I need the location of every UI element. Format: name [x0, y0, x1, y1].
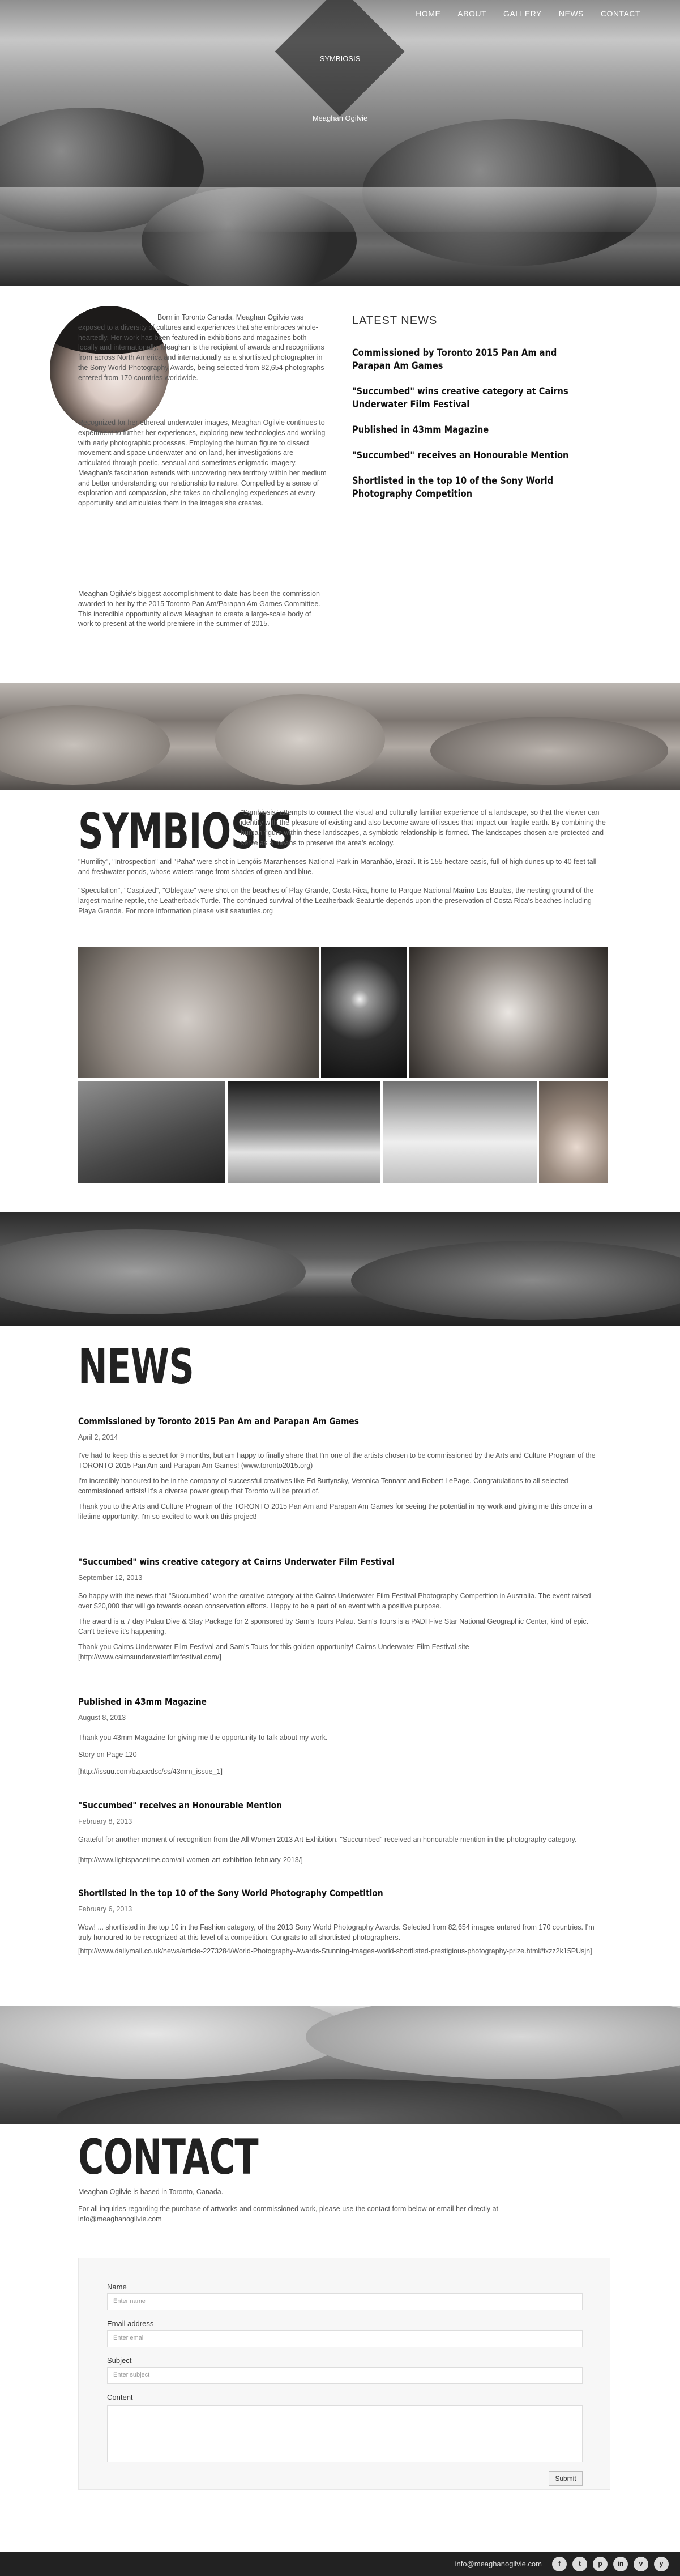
news-post-text: So happy with the news that "Succumbed" … — [78, 1592, 591, 1611]
news-post-date: August 8, 2013 — [78, 1714, 126, 1722]
sea-shape — [57, 2079, 623, 2124]
footer-email-link[interactable]: info@meaghanogilvie.com — [455, 2559, 542, 2570]
latest-news-link[interactable]: "Succumbed" receives an Honourable Menti… — [352, 449, 576, 462]
latest-news-link[interactable]: Shortlisted in the top 10 of the Sony Wo… — [352, 475, 576, 501]
rock-shape — [430, 717, 668, 785]
news-post-text: Wow! ... shortlisted in the top 10 in th… — [78, 1923, 595, 1942]
symbiosis-paragraph: "Humility", "Introspection" and "Paha" w… — [78, 858, 597, 876]
news-heading: NEWS — [78, 1339, 194, 1395]
subject-label: Subject — [107, 2356, 132, 2365]
news-post-title[interactable]: "Succumbed" receives an Honourable Menti… — [78, 1799, 282, 1812]
news-post-text: Thank you to the Arts and Culture Progra… — [78, 1502, 593, 1521]
footer: info@meaghanogilvie.com f t p in v y — [0, 2552, 680, 2576]
news-post-text: I've had to keep this a secret for 9 mon… — [78, 1451, 596, 1470]
gallery-photo[interactable] — [228, 1081, 380, 1183]
twitter-icon[interactable]: t — [572, 2557, 587, 2571]
contact-text: For all inquiries regarding the purchase… — [78, 2205, 499, 2213]
rock-shape — [0, 705, 170, 785]
latest-news-link[interactable]: Commissioned by Toronto 2015 Pan Am and … — [352, 347, 576, 373]
gallery-photo[interactable] — [78, 1081, 225, 1183]
news-post-text: Story on Page 120 — [78, 1751, 137, 1759]
news-post-text: Thank you 43mm Magazine for giving me th… — [78, 1734, 328, 1742]
main-nav: HOME ABOUT GALLERY NEWS CONTACT — [416, 8, 640, 19]
email-input[interactable]: Enter email — [107, 2330, 583, 2347]
gallery-photo[interactable] — [383, 1081, 537, 1183]
news-post-text: Thank you Cairns Underwater Film Festiva… — [78, 1643, 469, 1651]
bio-paragraph: Meaghan Ogilvie's biggest accomplishment… — [78, 590, 320, 628]
latest-news-link[interactable]: "Succumbed" wins creative category at Ca… — [352, 385, 576, 411]
pinterest-icon[interactable]: p — [593, 2557, 608, 2571]
subject-input[interactable]: Enter subject — [107, 2367, 583, 2384]
news-post-date: April 2, 2014 — [78, 1433, 118, 1441]
latest-news-link[interactable]: Published in 43mm Magazine — [352, 424, 576, 437]
symbiosis-paragraph: "Symbiosis" attempts to connect the visu… — [241, 808, 606, 848]
news-post-link[interactable]: [http://www.dailymail.co.uk/news/article… — [78, 1946, 602, 1956]
facebook-icon[interactable]: f — [552, 2557, 567, 2571]
nav-home[interactable]: HOME — [416, 8, 440, 19]
page: HOME ABOUT GALLERY NEWS CONTACT SYMBIOSI… — [0, 0, 680, 2576]
news-post-link[interactable]: [http://www.lightspacetime.com/all-women… — [78, 1855, 602, 1865]
youtube-icon[interactable]: y — [654, 2557, 669, 2571]
latest-news: LATEST NEWS Commissioned by Toronto 2015… — [352, 313, 613, 501]
news-post-title[interactable]: "Succumbed" wins creative category at Ca… — [78, 1555, 395, 1568]
cloud-shape — [0, 2006, 351, 2079]
divider-image-sky — [0, 2006, 680, 2124]
news-post-date: September 12, 2013 — [78, 1574, 143, 1582]
linkedin-icon[interactable]: in — [613, 2557, 628, 2571]
site-title: SYMBIOSIS — [319, 54, 361, 63]
contact-heading: CONTACT — [78, 2129, 259, 2186]
news-post-title[interactable]: Shortlisted in the top 10 of the Sony Wo… — [78, 1887, 383, 1900]
submit-button[interactable]: Submit — [549, 2471, 583, 2486]
symbiosis-paragraph: "Speculation", "Caspized", "Oblegate" we… — [78, 887, 594, 916]
site-subtitle: Meaghan Ogilvie — [312, 114, 368, 122]
news-post-title[interactable]: Published in 43mm Magazine — [78, 1695, 207, 1708]
nav-about[interactable]: ABOUT — [457, 8, 486, 19]
hero-banner: HOME ABOUT GALLERY NEWS CONTACT SYMBIOSI… — [0, 0, 680, 286]
water-shape — [351, 1241, 680, 1320]
gallery-photo[interactable] — [78, 947, 319, 1078]
gallery-photo[interactable] — [321, 947, 407, 1078]
gallery-photo[interactable] — [409, 947, 608, 1078]
news-post-title[interactable]: Commissioned by Toronto 2015 Pan Am and … — [78, 1415, 359, 1428]
email-label: Email address — [107, 2319, 154, 2328]
news-post-text: Grateful for another moment of recogniti… — [78, 1836, 577, 1843]
news-post-text: The award is a 7 day Palau Dive & Stay P… — [78, 1617, 589, 1636]
name-input[interactable]: Enter name — [107, 2293, 583, 2310]
divider-image-water — [0, 1212, 680, 1326]
contact-text: Meaghan Ogilvie is based in Toronto, Can… — [78, 2188, 224, 2196]
rock-shape — [215, 694, 385, 785]
gallery-photo[interactable] — [539, 1081, 608, 1183]
content-label: Content — [107, 2393, 133, 2402]
bio-paragraph: Born in Toronto Canada, Meaghan Ogilvie … — [78, 313, 324, 382]
news-post-link[interactable]: [http://www.cairnsunderwaterfilmfestival… — [78, 1652, 602, 1662]
name-label: Name — [107, 2283, 127, 2291]
contact-email-link[interactable]: info@meaghanogilvie.com — [78, 2214, 162, 2224]
news-post-link[interactable]: [http://issuu.com/bzpacdsc/ss/43mm_issue… — [78, 1766, 602, 1777]
contact-form: Name Enter name Email address Enter emai… — [78, 2258, 610, 2490]
nav-gallery[interactable]: GALLERY — [503, 8, 542, 19]
news-post-text: I'm incredibly honoured to be in the com… — [78, 1477, 568, 1496]
nav-news[interactable]: NEWS — [559, 8, 584, 19]
hero-water — [0, 187, 680, 232]
news-post-date: February 8, 2013 — [78, 1817, 132, 1825]
vimeo-icon[interactable]: v — [634, 2557, 648, 2571]
cloud-shape — [306, 2006, 680, 2079]
news-post-date: February 6, 2013 — [78, 1905, 132, 1913]
latest-news-heading: LATEST NEWS — [352, 313, 613, 334]
water-shape — [0, 1229, 306, 1314]
nav-contact[interactable]: CONTACT — [601, 8, 640, 19]
bio-paragraph: Recognized for her ethereal underwater i… — [78, 419, 327, 507]
content-textarea[interactable] — [107, 2405, 583, 2462]
divider-image-rocks — [0, 683, 680, 790]
